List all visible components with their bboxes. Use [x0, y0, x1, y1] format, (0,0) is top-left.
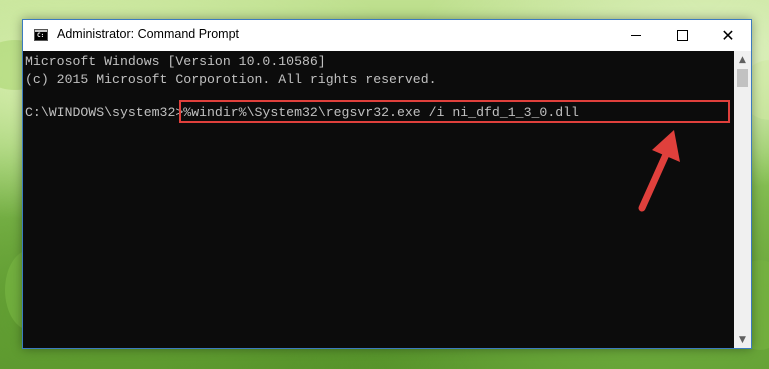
console-line: Microsoft Windows [Version 10.0.10586] — [25, 54, 326, 69]
title-bar[interactable]: Administrator: Command Prompt ✕ — [23, 20, 751, 51]
cmd-icon — [34, 29, 48, 41]
red-arrow-icon — [638, 130, 680, 212]
minimize-icon — [631, 35, 641, 36]
window-title: Administrator: Command Prompt — [57, 27, 240, 41]
scroll-down-arrow-icon[interactable]: ▼ — [734, 331, 751, 348]
console-line: (c) 2015 Microsoft Corporotion. All righ… — [25, 72, 437, 87]
minimize-button[interactable] — [613, 20, 659, 51]
scroll-up-arrow-icon[interactable]: ▲ — [734, 51, 751, 68]
prompt: C:\WINDOWS\system32> — [25, 105, 184, 120]
close-icon: ✕ — [721, 25, 735, 45]
vertical-scrollbar[interactable]: ▲ ▼ — [734, 51, 751, 348]
console-output[interactable]: Microsoft Windows [Version 10.0.10586] (… — [23, 51, 734, 348]
maximize-icon — [676, 30, 688, 41]
close-button[interactable]: ✕ — [705, 20, 751, 51]
scroll-thumb[interactable] — [737, 69, 748, 87]
maximize-button[interactable] — [659, 20, 705, 51]
command-highlight-box — [179, 100, 730, 123]
